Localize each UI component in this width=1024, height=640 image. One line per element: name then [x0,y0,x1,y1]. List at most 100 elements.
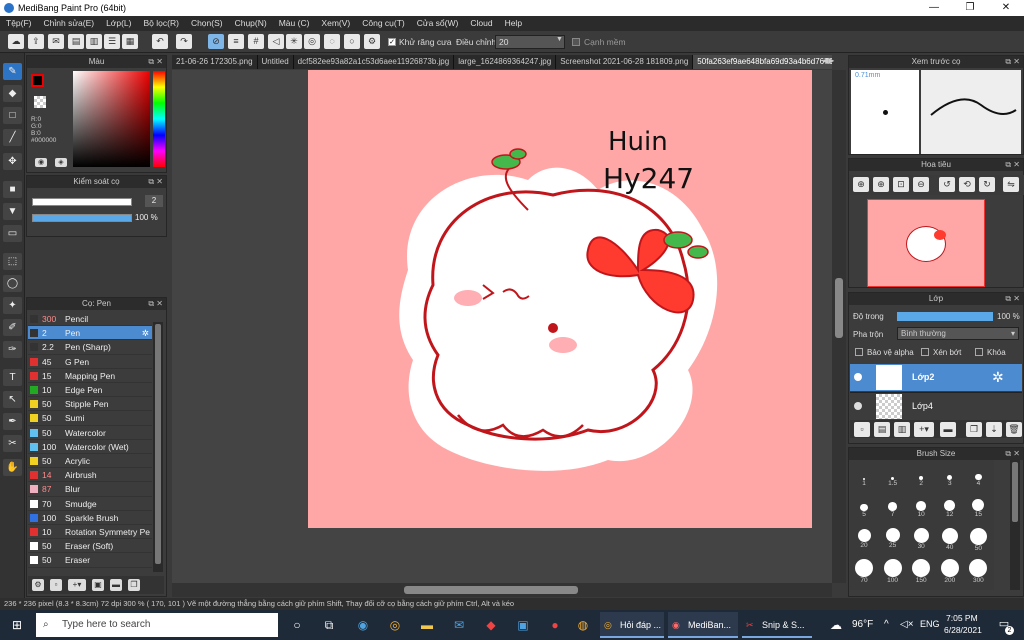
volume-icon[interactable]: ◁× [900,619,914,630]
brush-item[interactable]: 50 Sumi [28,411,152,426]
app-icon-red[interactable]: ● [544,615,566,635]
merge-layer-icon[interactable]: ⇣ [986,422,1002,437]
share-icon[interactable]: ⇪ [28,34,44,49]
duplicate-layer-icon[interactable]: ❐ [966,422,982,437]
zoom-fit-icon[interactable]: ⊕ [873,177,889,192]
rotate-reset-icon[interactable]: ⟲ [959,177,975,192]
tab-doc-2[interactable]: Untitled [258,55,294,69]
tab-doc-1[interactable]: 21-06-26 172305.png [172,55,258,69]
new-8bit-layer-icon[interactable]: ▥ [894,422,910,437]
snap-parallel-icon[interactable]: ≡ [228,34,244,49]
edge-checkbox[interactable] [572,38,580,46]
brush-item[interactable]: 100 Watercolor (Wet) [28,440,152,454]
settings-icon[interactable]: ⚙ [364,34,380,49]
text-tool-icon[interactable]: T [3,369,22,386]
brush-size-scrollbar[interactable] [1010,460,1020,590]
brush-item[interactable]: 45 G Pen [28,355,152,369]
taskbar-search-input[interactable]: ⌕ Type here to search [36,613,278,637]
close-icon[interactable]: ⧉ ✕ [148,56,163,68]
eraser-tool-icon[interactable]: ◆ [3,85,22,102]
snap-ellipse-icon[interactable]: ○ [344,34,360,49]
folder-icon[interactable]: ▬ [940,422,956,437]
zoom-out-icon[interactable]: ⊖ [913,177,929,192]
menu-select[interactable]: Chọn(S) [185,16,229,31]
close-icon[interactable]: ⧉ ✕ [1005,293,1020,305]
brush-item[interactable]: 15 Mapping Pen [28,369,152,383]
brush-item[interactable]: 2 Pen ✲ [28,326,152,341]
chat-icon[interactable]: ▤ [68,34,84,49]
lasso-tool-icon[interactable]: ◯ [3,275,22,292]
brush-size-option[interactable]: 2 [907,460,935,487]
brush-item[interactable]: 10 Rotation Symmetry Pe [28,525,152,540]
layer-row-lop2[interactable]: Lớp2 ✲ [850,364,1022,391]
snap-curve-icon[interactable]: ◌ [324,34,340,49]
menu-snap[interactable]: Chụp(N) [229,16,273,31]
snap-grid-icon[interactable]: # [248,34,264,49]
new-brush-icon[interactable]: ▫ [50,579,62,591]
navigator-thumbnail[interactable] [867,199,985,287]
select-eraser-icon[interactable]: ✑ [3,341,22,358]
add-brush-icon[interactable]: +▾ [68,579,86,591]
fit-window-icon[interactable]: ⊡ [893,177,909,192]
brush-size-option[interactable]: 30 [907,522,935,550]
eye-icon[interactable] [854,373,862,381]
protect-alpha-checkbox[interactable] [855,348,863,356]
maximize-button[interactable]: ❐ [952,0,988,16]
brush-size-option[interactable]: 10 [907,491,935,518]
operation-tool-icon[interactable]: ↖ [3,391,22,408]
saturation-value-picker[interactable] [73,71,150,167]
brush-item[interactable]: 300 Pencil [28,312,152,327]
adjust-select[interactable]: 20 [495,35,565,49]
menu-edit[interactable]: Chỉnh sửa(E) [38,16,101,31]
close-icon[interactable]: ⧉ ✕ [1005,159,1020,171]
menu-color[interactable]: Màu (C) [273,16,316,31]
task-view-icon[interactable]: ⧉ [318,615,340,635]
tab-doc-4[interactable]: large_1624869364247.jpg [454,55,557,69]
foreground-color-swatch[interactable] [31,74,44,87]
brush-tool-icon[interactable]: ✎ [3,63,22,80]
edge-browser-icon[interactable]: ◉ [352,615,374,635]
app-icon-orange[interactable]: ◍ [572,615,594,635]
menu-filter[interactable]: Bộ lọc(R) [138,16,185,31]
weather-temp[interactable]: 96°F [852,619,873,630]
mail-icon[interactable]: ✉ [448,615,470,635]
menu-view[interactable]: Xem(V) [315,16,356,31]
rotate-right-icon[interactable]: ↻ [979,177,995,192]
brush-size-option[interactable]: 25 [879,522,907,549]
snap-off-icon[interactable]: ⊘ [208,34,224,49]
blend-select[interactable]: Bình thường ▾ [897,327,1019,340]
gear-icon[interactable]: ✲ [992,369,1004,386]
select-pen-icon[interactable]: ✐ [3,319,22,336]
clipping-checkbox[interactable] [921,348,929,356]
tab-doc-3[interactable]: dcf582ee93a82a1c53d6aee11926873b.jpg [294,55,455,69]
brush-item[interactable]: 50 Acrylic [28,454,152,469]
brush-item[interactable]: 100 Sparkle Brush [28,511,152,525]
duplicate-icon[interactable]: ❐ [128,579,140,591]
dropper-tool-icon[interactable]: ✒ [3,413,22,430]
brush-size-option[interactable]: 100 [879,553,907,584]
bucket-tool-icon[interactable]: ▼ [3,203,22,220]
canvas-vertical-scrollbar[interactable] [832,70,846,583]
antialias-checkbox[interactable]: ✓ [388,38,396,46]
new-layer-icon[interactable]: ▫ [854,422,870,437]
layer-row-lop4[interactable]: Lớp4 [850,392,1022,419]
redo-icon[interactable]: ↷ [176,34,192,49]
taskbar-app-medibang[interactable]: ◉ MediBan... [668,612,738,638]
snap-perspective-icon[interactable]: ◁ [268,34,284,49]
canvas-horizontal-scrollbar[interactable] [172,583,832,597]
gear-icon[interactable]: ✲ [142,326,149,339]
brush-item[interactable]: 50 Watercolor [28,426,152,440]
brush-size-option[interactable]: 5 [850,491,878,518]
brush-opacity-slider[interactable] [32,214,132,222]
taskbar-app-chrome[interactable]: ◎ Hỏi đáp ... [600,612,664,638]
tab-doc-6[interactable]: 50fa263ef9ae648bfa69d93a4b6d7676.jpg [693,55,832,69]
snap-circle-icon[interactable]: ◎ [304,34,320,49]
taskbar-app-snip[interactable]: ✂ Snip & S... [742,612,812,638]
page-icon[interactable]: ▥ [86,34,102,49]
rotate-left-icon[interactable]: ↺ [939,177,955,192]
tab-doc-5[interactable]: Screenshot 2021-06-28 181809.png [556,55,694,69]
drawing-canvas[interactable]: Huin Hy247 [308,70,812,528]
chrome-icon[interactable]: ◎ [384,615,406,635]
brush-size-option[interactable]: 4 [964,460,992,487]
brush-item[interactable]: 70 Smudge [28,497,152,511]
